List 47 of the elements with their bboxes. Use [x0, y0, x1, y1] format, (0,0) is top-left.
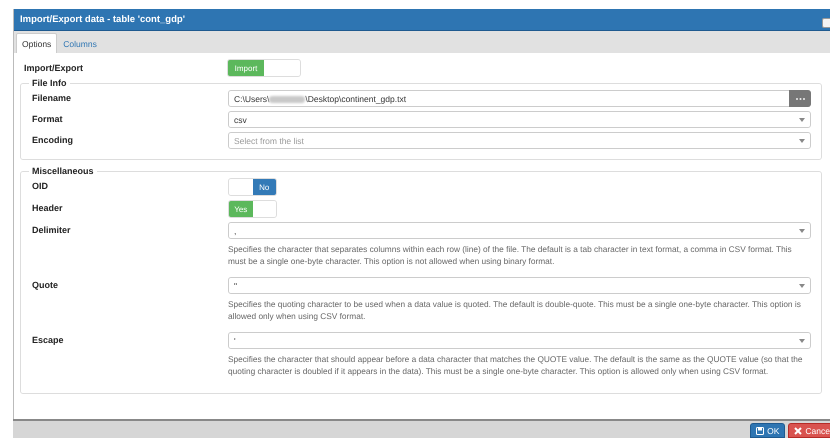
field-label: Delimiter — [32, 224, 72, 237]
toggle-label: No — [259, 182, 270, 192]
field-value: \Desktop\continent_gdp.txt — [305, 94, 406, 104]
help-text: Specifies the character that should appear before a data character that matches the QUOTE value. The default is the same as the QUOTE value (so that the quoting character is doubled if it appears in the data). This must be a single one-byte character. This option is allowed only when using CSV format. — [228, 354, 804, 377]
caret-icon — [799, 284, 805, 288]
caret-icon — [799, 118, 805, 122]
dropdown-field[interactable]: Select from the list — [228, 132, 811, 149]
section-legend: File Info — [29, 78, 70, 88]
tab[interactable]: Options — [16, 33, 58, 53]
field-value: , — [234, 226, 238, 236]
ok-button[interactable]: OK — [750, 423, 786, 438]
field-label: Import/Export — [24, 63, 84, 73]
placeholder-text: Select from the list — [234, 136, 305, 146]
dialog-title: Import/Export data - table 'cont_gdp' — [20, 14, 185, 25]
tab[interactable]: Columns — [57, 33, 103, 53]
caret-icon — [799, 228, 805, 232]
cancel-button[interactable]: Cance — [788, 423, 830, 438]
help-text: Specifies the character that separates columns within each row (line) of the file. The default is a tab character in text format, a comma in CSV format. This must be a single one-byte character. This option is not allowed when using binary format. — [228, 244, 793, 267]
toggle-label: Import — [234, 64, 258, 72]
filename-field[interactable]: C:\Users\ \Desktop\continent_gdp.txt — [228, 90, 811, 107]
field-value: csv — [234, 114, 248, 124]
toggle-switch[interactable]: Yes — [228, 200, 277, 218]
blurred-text — [269, 96, 306, 103]
field-label: Header — [32, 202, 64, 215]
field-label: Filename — [32, 92, 72, 105]
browse-button[interactable] — [789, 90, 811, 107]
dropdown-field[interactable]: , — [228, 222, 811, 239]
field-label: Escape — [32, 334, 65, 347]
dropdown-field[interactable]: ' — [228, 332, 811, 349]
toggle-switch[interactable]: No — [228, 178, 277, 196]
caret-icon — [799, 138, 805, 142]
field-label: Quote — [32, 279, 59, 292]
dropdown-field[interactable]: csv — [228, 111, 811, 128]
toggle-switch[interactable]: Import — [227, 59, 301, 77]
toggle-label: Yes — [234, 204, 248, 214]
section-legend: Miscellaneous — [29, 166, 97, 176]
field-value: ' — [234, 336, 237, 346]
field-value: C:\Users\ — [234, 94, 270, 104]
field-label: Encoding — [32, 134, 74, 147]
field-value: " — [234, 280, 238, 290]
field-label: OID — [32, 180, 50, 193]
dropdown-field[interactable]: " — [228, 277, 811, 294]
caret-icon — [799, 338, 805, 342]
help-text: Specifies the quoting character to be used when a data value is quoted. The default is double-quote. This must be a single one-byte character. This option is allowed only when using CSV format. — [228, 299, 802, 322]
maximize-button[interactable] — [822, 18, 830, 28]
field-label: Format — [32, 113, 64, 126]
close-icon — [794, 426, 802, 434]
